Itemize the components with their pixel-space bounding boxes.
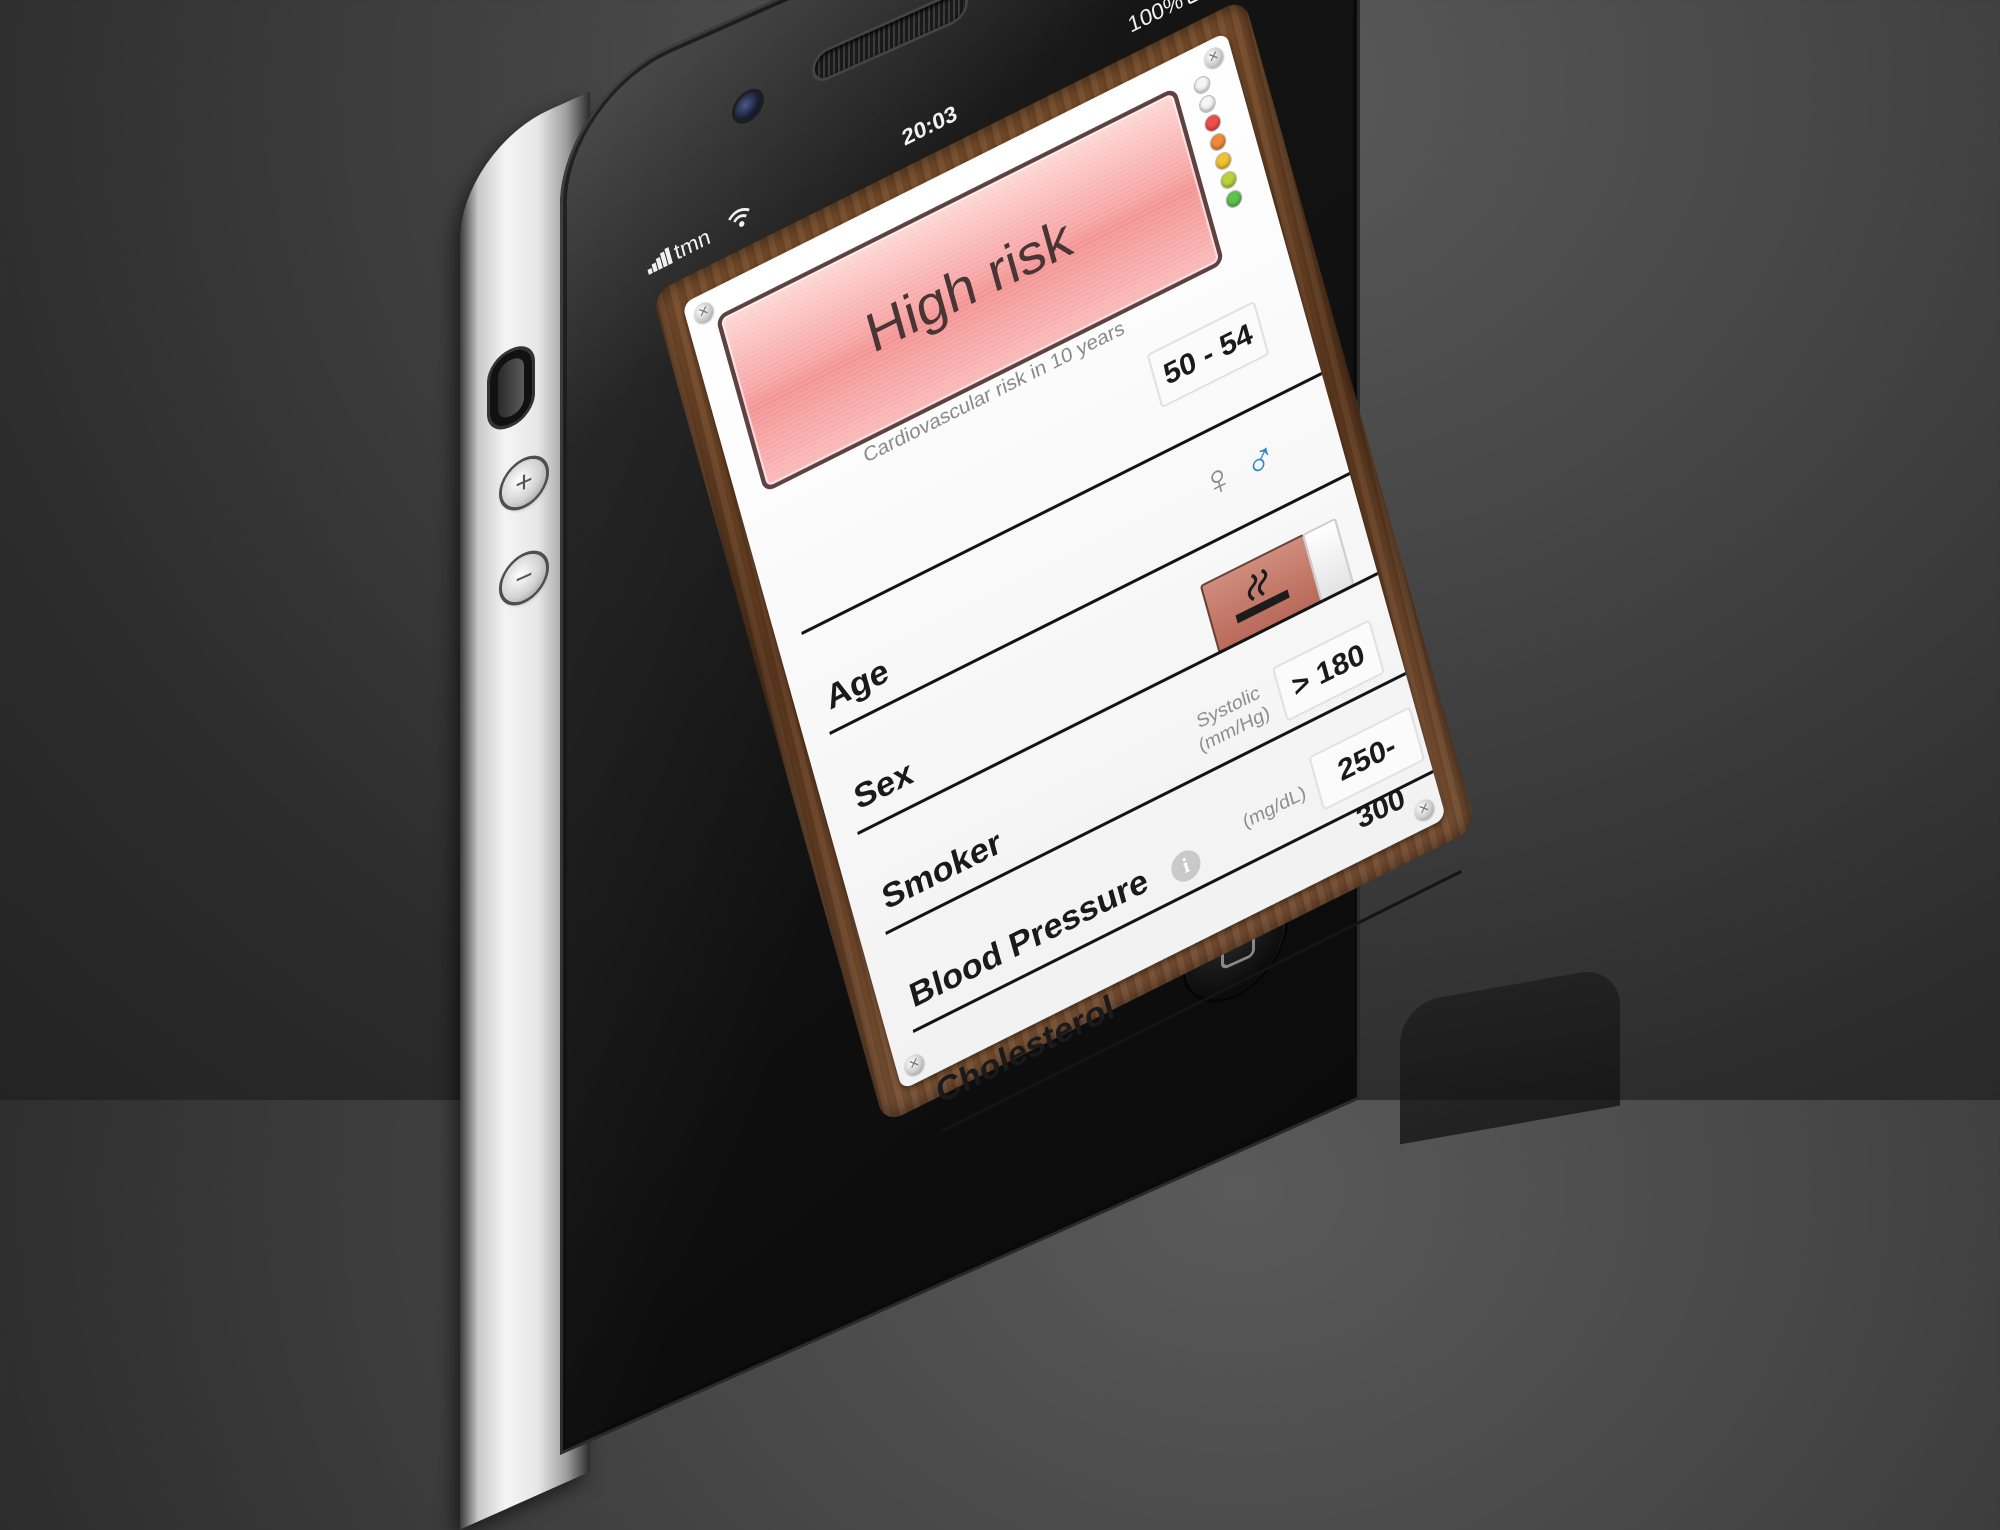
dock-shadow (1400, 965, 1620, 1145)
cholesterol-unit: (mg/dL) (1240, 781, 1309, 833)
product-render-scene: + − tmn 20:03 100% × × × × High risk Car… (0, 0, 2000, 1530)
screw-icon: × (1202, 44, 1226, 71)
indicator-light (1202, 111, 1223, 135)
female-symbol-icon[interactable]: ♀ (1197, 451, 1239, 510)
indicator-light (1213, 149, 1234, 173)
wifi-icon (728, 208, 750, 227)
indicator-light (1191, 73, 1213, 97)
indicator-light (1197, 92, 1218, 116)
battery-icon (1185, 0, 1219, 4)
screw-icon: × (1412, 796, 1436, 823)
info-icon[interactable]: i (1168, 845, 1204, 887)
cholesterol-value-field[interactable]: 250-300 (1308, 706, 1426, 835)
indicator-light (1223, 187, 1245, 211)
smoker-toggle[interactable] (1199, 517, 1355, 654)
blood-pressure-unit: Systolic (mm/Hg) (1194, 681, 1273, 757)
screw-icon: × (902, 1051, 926, 1078)
signal-bars-icon (647, 247, 673, 275)
screw-icon: × (692, 299, 716, 326)
blood-pressure-value-field[interactable]: > 180 (1271, 619, 1385, 722)
carrier-name: tmn (671, 224, 713, 265)
indicator-light (1218, 168, 1239, 192)
indicator-light (1207, 130, 1229, 154)
male-symbol-icon[interactable]: ♂ (1239, 430, 1281, 489)
